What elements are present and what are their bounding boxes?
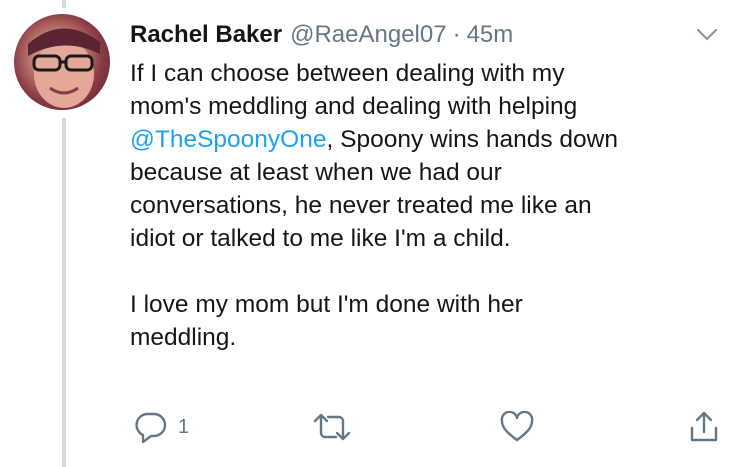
reply-icon <box>135 412 167 443</box>
tweet-text: If I can choose between dealing with my … <box>130 57 720 354</box>
tweet-header: Rachel Baker @RaeAngel07 · 45m <box>130 18 715 52</box>
tweet-timestamp[interactable]: 45m <box>467 21 514 49</box>
retweet-button[interactable] <box>312 405 352 449</box>
share-icon <box>690 411 718 442</box>
tweet-text-part-1: If I can choose between dealing with my … <box>130 60 578 120</box>
author-handle[interactable]: @RaeAngel07 <box>290 21 446 49</box>
tweet-text-part-2: , Spoony wins hands down because at leas… <box>130 126 618 351</box>
more-options-button[interactable] <box>695 26 719 44</box>
thread-line-top <box>62 0 66 8</box>
like-icon <box>500 411 534 442</box>
chevron-down-icon <box>696 28 718 41</box>
thread-line <box>62 118 66 467</box>
avatar[interactable] <box>14 14 110 110</box>
share-button[interactable] <box>688 405 720 449</box>
like-button[interactable] <box>500 405 534 449</box>
reply-count: 1 <box>178 415 190 438</box>
avatar-portrait <box>28 28 100 108</box>
header-separator: · <box>452 21 461 48</box>
tweet-actions: 1 <box>130 405 730 449</box>
author-name[interactable]: Rachel Baker <box>130 21 282 49</box>
mention-link[interactable]: @TheSpoonyOne <box>130 126 327 153</box>
reply-button[interactable]: 1 <box>134 405 189 449</box>
retweet-icon <box>313 413 351 441</box>
